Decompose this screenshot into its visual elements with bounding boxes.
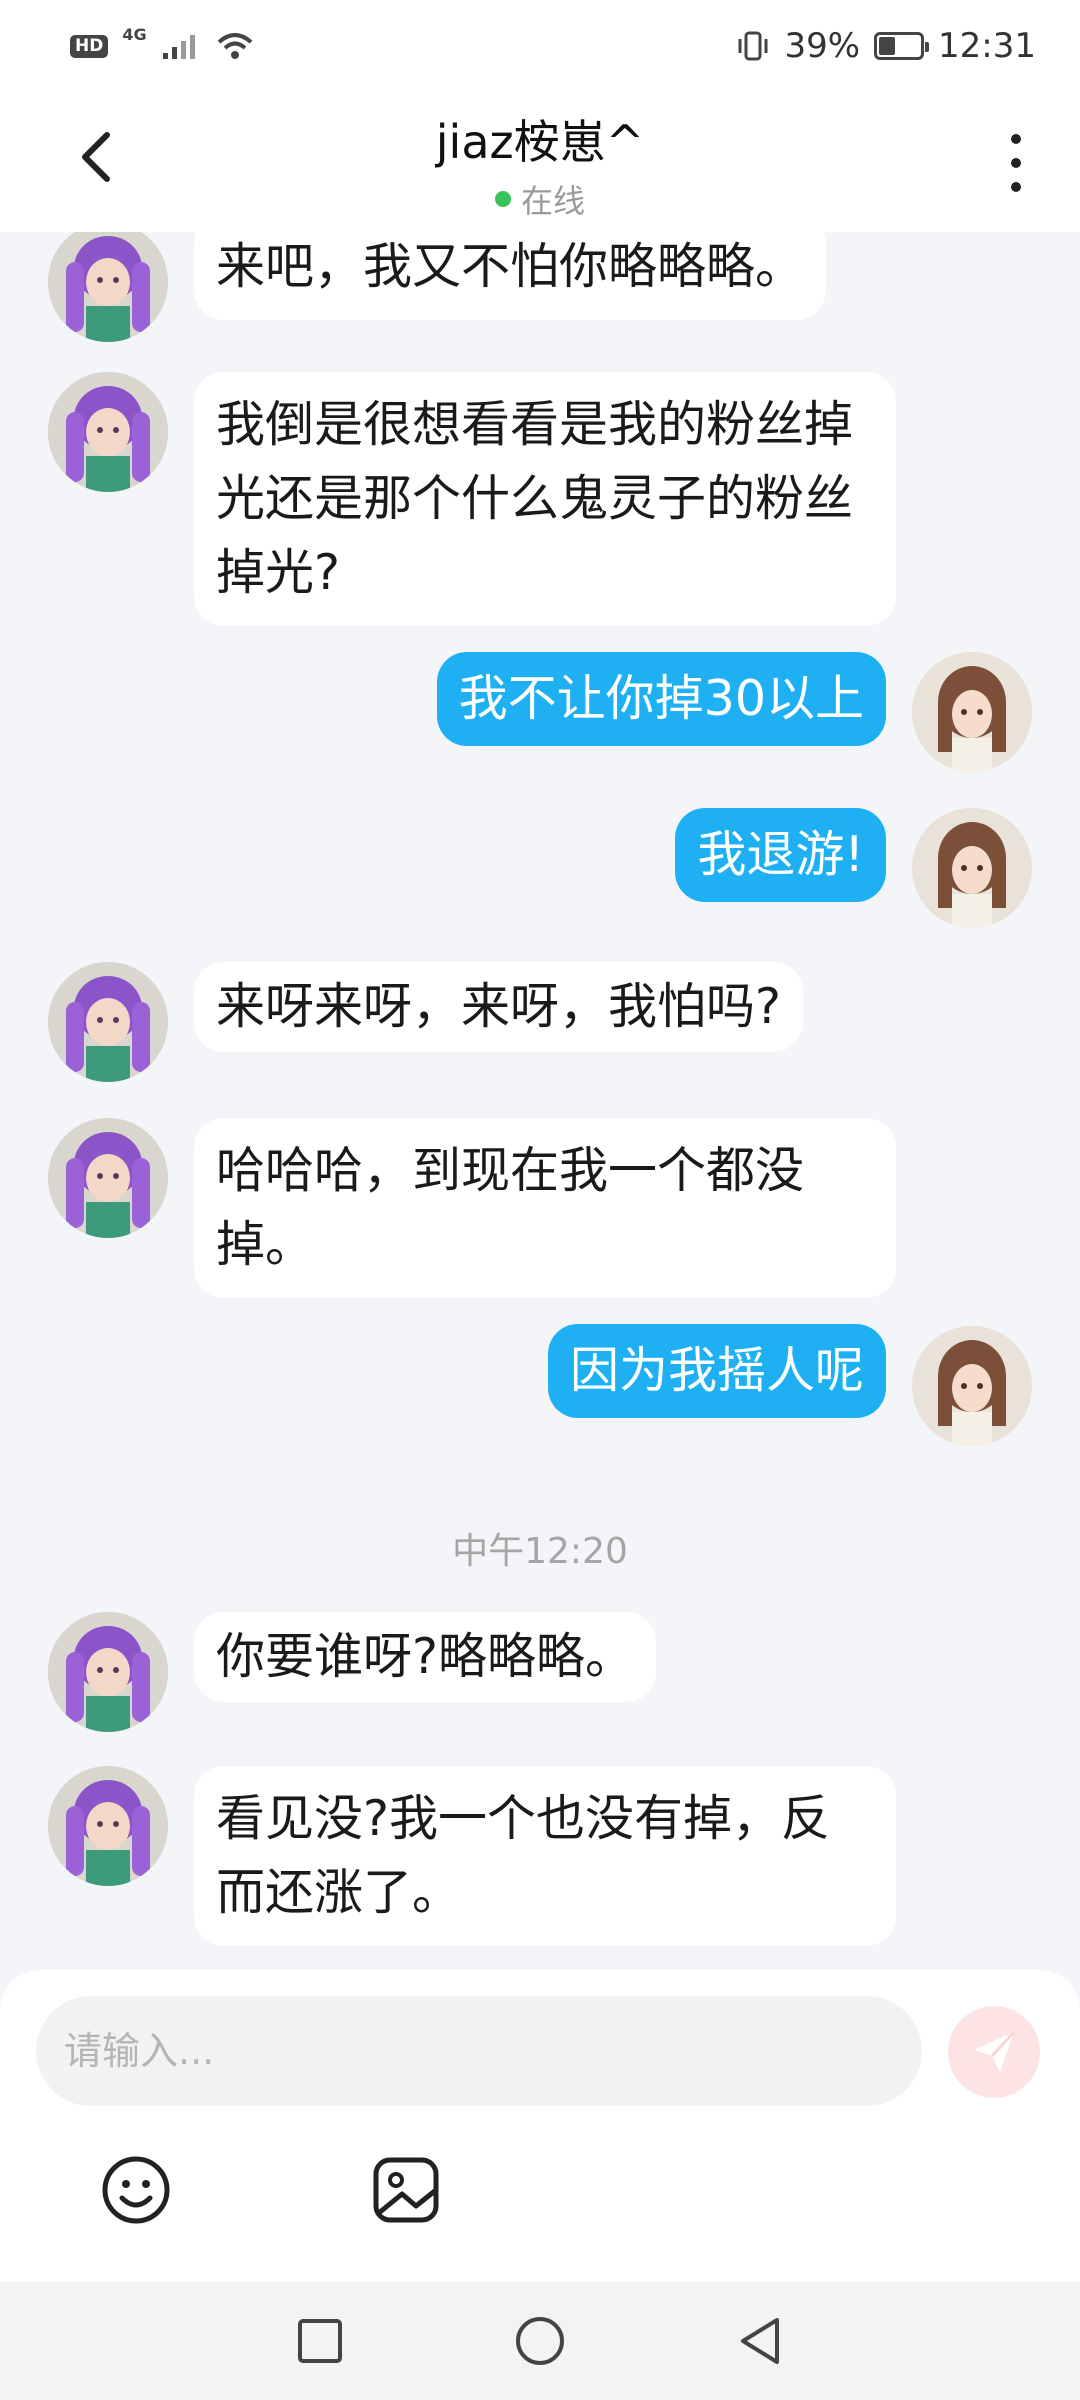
wifi-icon <box>217 33 252 59</box>
brown-hair-avatar-icon <box>912 1326 1032 1446</box>
presence-status: 在线 <box>0 176 1080 222</box>
purple-hair-avatar-icon <box>48 232 168 342</box>
contact-avatar[interactable] <box>48 962 168 1082</box>
message-bubble-outgoing[interactable]: 我不让你掉30以上 <box>436 652 886 746</box>
battery-fill <box>879 37 895 55</box>
battery-percent: 39% <box>784 26 861 66</box>
contact-avatar[interactable] <box>48 1612 168 1732</box>
message-bubble-incoming[interactable]: 看见没?我一个也没有掉，反而还涨了。 <box>194 1766 896 1946</box>
brown-hair-avatar-icon <box>912 652 1032 772</box>
vibrate-icon <box>738 31 768 61</box>
hd-badge: HD <box>70 34 109 58</box>
message-bubble-incoming[interactable]: 我倒是很想看看是我的粉丝掉光还是那个什么鬼灵子的粉丝掉光? <box>194 372 896 626</box>
title-block: jiaz桉崽^ 在线 <box>0 106 1080 222</box>
emoji-icon <box>102 2156 170 2224</box>
contact-avatar[interactable] <box>48 372 168 492</box>
my-avatar[interactable] <box>912 1326 1032 1446</box>
purple-hair-avatar-icon <box>48 372 168 492</box>
message-bubble-incoming[interactable]: 来吧，我又不怕你略略略。 <box>194 232 827 320</box>
message-bubble-incoming[interactable]: 来呀来呀，来呀，我怕吗? <box>194 962 804 1052</box>
purple-hair-avatar-icon <box>48 1118 168 1238</box>
contact-avatar[interactable] <box>48 232 168 342</box>
message-bubble-incoming[interactable]: 哈哈哈，到现在我一个都没掉。 <box>194 1118 896 1298</box>
dot-icon <box>1011 182 1021 192</box>
my-avatar[interactable] <box>912 808 1032 928</box>
status-left: HD 4G <box>70 25 255 62</box>
time-separator: 中午12:20 <box>452 1531 628 1572</box>
status-bar: HD 4G 39% 12:31 <box>0 0 1080 92</box>
my-avatar[interactable] <box>912 652 1032 772</box>
presence-text: 在线 <box>520 182 585 220</box>
send-button[interactable] <box>948 2006 1040 2098</box>
image-icon <box>373 2157 439 2223</box>
message-bubble-incoming[interactable]: 你要谁呀?略略略。 <box>194 1612 657 1702</box>
home-circle-icon <box>516 2317 564 2365</box>
image-button[interactable] <box>366 2150 446 2230</box>
brown-hair-avatar-icon <box>912 808 1032 928</box>
purple-hair-avatar-icon <box>48 1766 168 1886</box>
status-right: 39% 12:31 <box>736 26 1036 66</box>
dot-icon <box>1011 134 1021 144</box>
message-list[interactable]: 来吧，我又不怕你略略略。 我倒是很想看看是我的粉丝掉光还是那个什么鬼灵子的粉丝掉… <box>0 232 1080 1970</box>
chat-header: jiaz桉崽^ 在线 <box>0 92 1080 232</box>
more-options-button[interactable] <box>996 128 1036 198</box>
message-input[interactable] <box>36 1996 922 2106</box>
back-triangle-icon <box>741 2318 779 2364</box>
online-dot-icon <box>494 191 511 207</box>
clock: 12:31 <box>938 26 1036 66</box>
back-nav-button[interactable] <box>725 2306 795 2376</box>
dot-icon <box>1011 158 1021 168</box>
purple-hair-avatar-icon <box>48 1612 168 1732</box>
message-bubble-outgoing[interactable]: 我退游! <box>675 808 886 902</box>
contact-avatar[interactable] <box>48 1766 168 1886</box>
battery-icon <box>874 32 930 60</box>
message-bubble-outgoing[interactable]: 因为我摇人呢 <box>547 1324 886 1418</box>
recents-square-icon <box>298 2319 342 2363</box>
emoji-button[interactable] <box>96 2150 176 2230</box>
purple-hair-avatar-icon <box>48 962 168 1082</box>
signal-icon <box>162 35 195 59</box>
system-nav-bar <box>0 2282 1080 2400</box>
composer <box>0 1970 1080 2282</box>
contact-name: jiaz桉崽^ <box>435 115 645 169</box>
contact-avatar[interactable] <box>48 1118 168 1238</box>
paper-plane-icon <box>974 2030 1016 2072</box>
home-button[interactable] <box>505 2306 575 2376</box>
network-type: 4G <box>122 24 147 44</box>
recents-button[interactable] <box>285 2306 355 2376</box>
